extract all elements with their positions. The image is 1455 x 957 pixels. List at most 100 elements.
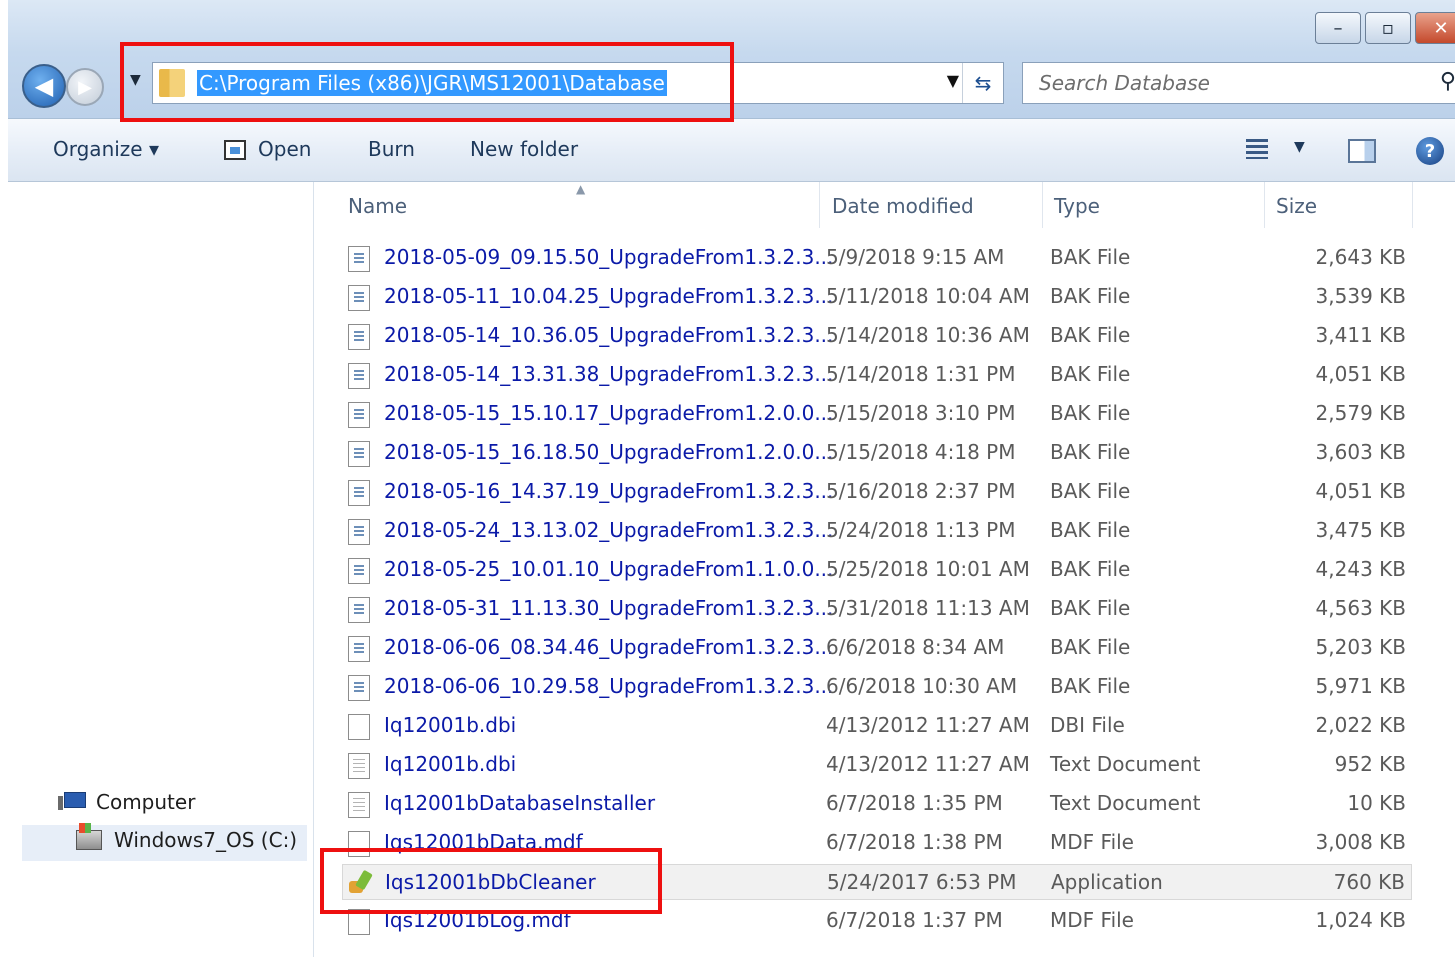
file-row[interactable]: 2018-05-25_10.01.10_UpgradeFrom1.1.0.0..…	[342, 552, 1412, 588]
file-size: 952 KB	[1334, 752, 1406, 776]
file-row[interactable]: 2018-05-15_15.10.17_UpgradeFrom1.2.0.0..…	[342, 396, 1412, 432]
file-type: BAK File	[1050, 557, 1131, 581]
column-divider[interactable]	[1042, 182, 1043, 228]
file-date: 5/11/2018 10:04 AM	[826, 284, 1030, 308]
minimize-button[interactable]: –	[1315, 12, 1361, 44]
file-row[interactable]: 2018-05-24_13.13.02_UpgradeFrom1.3.2.3..…	[342, 513, 1412, 549]
file-size: 1,024 KB	[1315, 908, 1406, 932]
application-icon	[349, 871, 371, 897]
file-type: BAK File	[1050, 596, 1131, 620]
close-button[interactable]: ✕	[1415, 12, 1455, 44]
file-row[interactable]: Iq12001b.dbi 4/13/2012 11:27 AM DBI File 2,…	[342, 708, 1412, 744]
file-name: 2018-05-09_09.15.50_UpgradeFrom1.3.2.3..…	[384, 245, 834, 269]
address-band: – ▫ ✕ ◀ ▶ ▼ C:\Program Files (x86)\JGR\M…	[8, 0, 1455, 119]
file-date: 5/24/2018 1:13 PM	[826, 518, 1016, 542]
file-type: BAK File	[1050, 440, 1131, 464]
file-type: DBI File	[1050, 713, 1125, 737]
file-size: 2,579 KB	[1315, 401, 1406, 425]
file-row[interactable]: 2018-05-11_10.04.25_UpgradeFrom1.3.2.3..…	[342, 279, 1412, 315]
file-date: 5/15/2018 4:18 PM	[826, 440, 1016, 464]
explorer-window: – ▫ ✕ ◀ ▶ ▼ C:\Program Files (x86)\JGR\M…	[8, 0, 1455, 957]
column-divider[interactable]	[819, 182, 820, 228]
preview-pane-icon[interactable]	[1348, 139, 1376, 163]
file-name: Iq12001b.dbi	[384, 713, 517, 737]
file-row[interactable]: 2018-05-31_11.13.30_UpgradeFrom1.3.2.3..…	[342, 591, 1412, 627]
file-name: 2018-05-24_13.13.02_UpgradeFrom1.3.2.3..…	[384, 518, 834, 542]
file-name: 2018-05-16_14.37.19_UpgradeFrom1.3.2.3..…	[384, 479, 834, 503]
file-type: BAK File	[1050, 518, 1131, 542]
file-row[interactable]: 2018-05-16_14.37.19_UpgradeFrom1.3.2.3..…	[342, 474, 1412, 510]
file-type: BAK File	[1050, 245, 1131, 269]
column-header-size[interactable]: Size	[1276, 194, 1317, 218]
bak-file-icon	[348, 246, 370, 272]
address-dropdown-icon[interactable]: ▼	[947, 71, 959, 90]
file-name: 2018-05-31_11.13.30_UpgradeFrom1.3.2.3..…	[384, 596, 834, 620]
view-options-dropdown-icon[interactable]: ▼	[1294, 139, 1305, 155]
file-date: 5/15/2018 3:10 PM	[826, 401, 1016, 425]
forward-arrow-icon[interactable]: ▶	[66, 68, 104, 106]
recent-pages-dropdown-icon[interactable]: ▼	[130, 72, 141, 88]
computer-icon	[58, 792, 86, 812]
file-name: Iq12001bDatabaseInstaller	[384, 791, 656, 815]
change-view-icon[interactable]	[1246, 139, 1268, 159]
file-date: 5/14/2018 10:36 AM	[826, 323, 1030, 347]
navigation-pane: Computer Windows7_OS (C:)	[8, 182, 314, 957]
file-date: 6/6/2018 10:30 AM	[826, 674, 1018, 698]
file-size: 5,971 KB	[1315, 674, 1406, 698]
burn-button[interactable]: Burn	[368, 137, 415, 161]
file-row[interactable]: 2018-05-14_13.31.38_UpgradeFrom1.3.2.3..…	[342, 357, 1412, 393]
file-row[interactable]: 2018-06-06_08.34.46_UpgradeFrom1.3.2.3..…	[342, 630, 1412, 666]
help-icon[interactable]: ?	[1416, 137, 1444, 165]
file-row[interactable]: Iqs12001bDbCleaner 5/24/2017 6:53 PM Appli…	[342, 864, 1412, 900]
open-button[interactable]: Open	[258, 137, 311, 161]
bak-file-icon	[348, 558, 370, 584]
blank-file-icon	[348, 831, 370, 857]
file-type: MDF File	[1050, 908, 1134, 932]
file-name: Iqs12001bLog.mdf	[384, 908, 571, 932]
back-arrow-icon[interactable]: ◀	[22, 64, 66, 108]
text-document-icon	[348, 753, 370, 779]
bak-file-icon	[348, 675, 370, 701]
bak-file-icon	[348, 597, 370, 623]
organize-button[interactable]: Organize ▾	[53, 137, 159, 161]
file-date: 4/13/2012 11:27 AM	[826, 752, 1030, 776]
file-size: 2,022 KB	[1315, 713, 1406, 737]
file-type: BAK File	[1050, 635, 1131, 659]
file-name: Iqs12001bDbCleaner	[385, 870, 596, 894]
file-row[interactable]: Iq12001b.dbi 4/13/2012 11:27 AM Text Docum…	[342, 747, 1412, 783]
file-row[interactable]: 2018-06-06_10.29.58_UpgradeFrom1.3.2.3..…	[342, 669, 1412, 705]
search-box[interactable]: ⚲	[1022, 62, 1455, 104]
file-name: 2018-05-11_10.04.25_UpgradeFrom1.3.2.3..…	[384, 284, 834, 308]
file-row[interactable]: 2018-05-14_10.36.05_UpgradeFrom1.3.2.3..…	[342, 318, 1412, 354]
file-type: Text Document	[1050, 791, 1201, 815]
maximize-button[interactable]: ▫	[1365, 12, 1411, 44]
file-size: 3,603 KB	[1315, 440, 1406, 464]
file-date: 4/13/2012 11:27 AM	[826, 713, 1030, 737]
file-date: 6/6/2018 8:34 AM	[826, 635, 1005, 659]
column-header-type[interactable]: Type	[1054, 194, 1100, 218]
new-folder-button[interactable]: New folder	[470, 137, 578, 161]
address-bar[interactable]: C:\Program Files (x86)\JGR\MS12001\Datab…	[152, 62, 1004, 104]
file-row[interactable]: Iqs12001bLog.mdf 6/7/2018 1:37 PM MDF File…	[342, 903, 1412, 939]
search-icon[interactable]: ⚲	[1440, 69, 1455, 94]
file-date: 5/16/2018 2:37 PM	[826, 479, 1016, 503]
file-row[interactable]: Iq12001bDatabaseInstaller 6/7/2018 1:35 P…	[342, 786, 1412, 822]
column-divider[interactable]	[1412, 182, 1413, 228]
nav-item-computer[interactable]: Computer	[58, 790, 195, 814]
address-path[interactable]: C:\Program Files (x86)\JGR\MS12001\Datab…	[197, 70, 667, 96]
file-row[interactable]: 2018-05-09_09.15.50_UpgradeFrom1.3.2.3..…	[342, 240, 1412, 276]
nav-item-drive-c[interactable]: Windows7_OS (C:)	[76, 823, 297, 852]
open-icon	[224, 140, 246, 160]
column-divider[interactable]	[1264, 182, 1265, 228]
blank-file-icon	[348, 909, 370, 935]
refresh-icon[interactable]: ⇆	[962, 63, 1003, 103]
bak-file-icon	[348, 441, 370, 467]
file-row[interactable]: 2018-05-15_16.18.50_UpgradeFrom1.2.0.0..…	[342, 435, 1412, 471]
file-type: Text Document	[1050, 752, 1201, 776]
column-header-date[interactable]: Date modified	[832, 194, 974, 218]
file-row[interactable]: Iqs12001bData.mdf 6/7/2018 1:38 PM MDF Fil…	[342, 825, 1412, 861]
search-input[interactable]	[1037, 69, 1421, 97]
bak-file-icon	[348, 363, 370, 389]
file-date: 6/7/2018 1:37 PM	[826, 908, 1003, 932]
column-header-name[interactable]: Name	[348, 194, 407, 218]
